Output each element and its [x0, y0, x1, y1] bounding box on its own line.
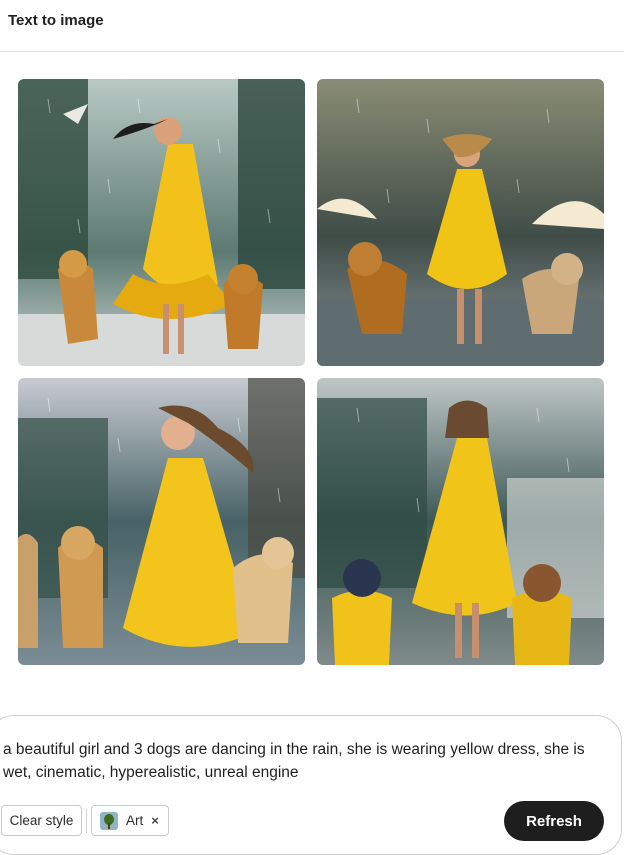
style-chip-art[interactable]: Art ×: [91, 805, 169, 836]
generated-image-2[interactable]: [317, 79, 604, 366]
close-icon[interactable]: ×: [151, 813, 159, 828]
page-title: Text to image: [8, 12, 104, 29]
clear-style-label: Clear style: [9, 813, 74, 828]
prompt-text[interactable]: a beautiful girl and 3 dogs are dancing …: [3, 738, 608, 784]
art-style-thumbnail-icon: [100, 811, 118, 830]
generated-image-4[interactable]: [317, 378, 604, 665]
image-gallery: [18, 79, 605, 665]
refresh-button[interactable]: Refresh: [504, 801, 604, 841]
generated-image-1[interactable]: [18, 79, 305, 366]
chip-divider: [86, 809, 87, 833]
style-chip-label: Art: [126, 813, 144, 828]
clear-style-button[interactable]: Clear style: [1, 805, 82, 836]
app-header: Text to image: [0, 0, 624, 52]
generated-image-3[interactable]: [18, 378, 305, 665]
